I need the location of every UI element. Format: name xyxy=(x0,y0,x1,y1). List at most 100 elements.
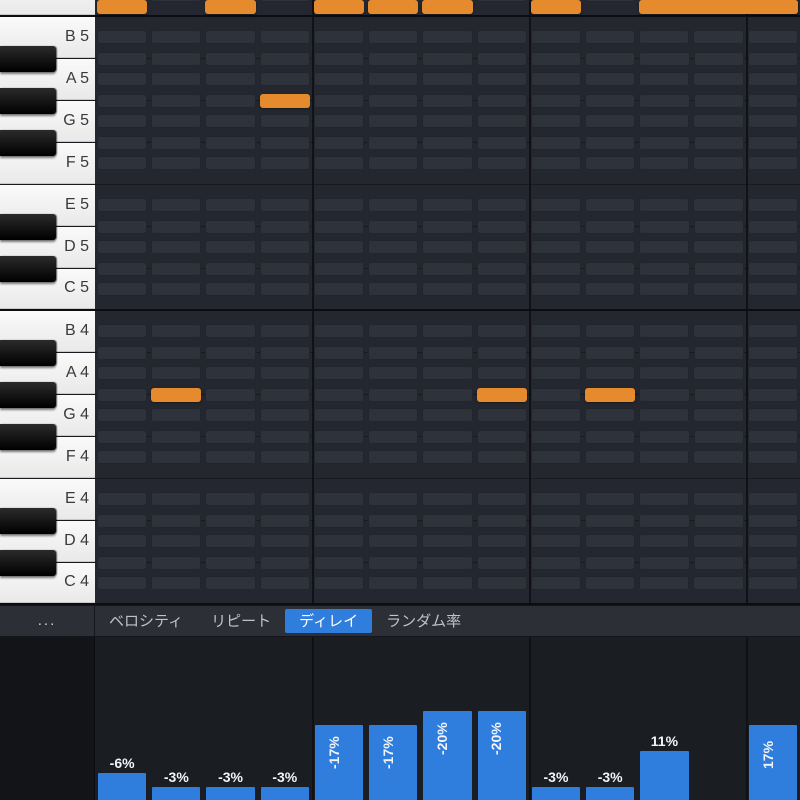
step-cell[interactable] xyxy=(748,262,798,276)
step-cell[interactable] xyxy=(151,556,201,570)
step-cell[interactable] xyxy=(585,430,635,444)
step-cell[interactable] xyxy=(694,388,744,402)
step-cell[interactable] xyxy=(422,514,472,528)
black-key[interactable] xyxy=(0,508,56,534)
step-cell[interactable] xyxy=(531,262,581,276)
more-button[interactable]: ... xyxy=(0,606,95,636)
note[interactable] xyxy=(151,388,201,402)
delay-bar[interactable] xyxy=(640,751,688,800)
step-cell[interactable] xyxy=(422,556,472,570)
delay-step[interactable]: -3% xyxy=(203,637,257,800)
delay-parameter-lane[interactable]: -6%-3%-3%-3%-17%-17%-20%-20%-3%-3%11%17% xyxy=(0,637,800,800)
step-cell[interactable] xyxy=(205,556,255,570)
step-cell[interactable] xyxy=(585,220,635,234)
step-cell[interactable] xyxy=(368,514,418,528)
step-cell[interactable] xyxy=(531,136,581,150)
step-cell[interactable] xyxy=(260,220,310,234)
step-cell[interactable] xyxy=(205,52,255,66)
step-cell[interactable] xyxy=(97,94,147,108)
step-cell[interactable] xyxy=(151,430,201,444)
step-cell[interactable] xyxy=(585,514,635,528)
delay-step[interactable]: -17% xyxy=(366,637,420,800)
step-cell[interactable] xyxy=(314,262,364,276)
step-cell[interactable] xyxy=(422,52,472,66)
step-cell[interactable] xyxy=(368,52,418,66)
step-cell[interactable] xyxy=(205,514,255,528)
step-cell[interactable] xyxy=(422,94,472,108)
tab-velocity[interactable]: ベロシティ xyxy=(95,606,197,636)
step-cell[interactable] xyxy=(151,514,201,528)
step-cell[interactable] xyxy=(260,346,310,360)
step-cell[interactable] xyxy=(260,262,310,276)
piano-roll-grid[interactable]: C 6B 5A 5G 5F 5E 5D 5C 5B 4A 4G 4F 4E 4D… xyxy=(0,0,800,605)
delay-step[interactable]: 17% xyxy=(746,637,800,800)
step-cell[interactable] xyxy=(151,220,201,234)
step-cell[interactable] xyxy=(531,346,581,360)
step-cell[interactable] xyxy=(639,346,689,360)
step-cell[interactable] xyxy=(205,262,255,276)
delay-bar[interactable] xyxy=(261,787,309,800)
note[interactable] xyxy=(368,0,418,14)
tab-delay[interactable]: ディレイ xyxy=(285,609,372,633)
step-cell[interactable] xyxy=(368,136,418,150)
step-cell[interactable] xyxy=(260,136,310,150)
step-cell[interactable] xyxy=(694,94,744,108)
step-cell[interactable] xyxy=(97,52,147,66)
step-cell[interactable] xyxy=(694,346,744,360)
step-cell[interactable] xyxy=(748,388,798,402)
black-key[interactable] xyxy=(0,382,56,408)
step-cell[interactable] xyxy=(151,94,201,108)
delay-step[interactable] xyxy=(692,637,746,800)
step-cell[interactable] xyxy=(531,52,581,66)
step-cell[interactable] xyxy=(314,346,364,360)
delay-step[interactable]: -3% xyxy=(583,637,637,800)
step-cell[interactable] xyxy=(748,430,798,444)
step-cell[interactable] xyxy=(368,430,418,444)
step-cell[interactable] xyxy=(477,136,527,150)
delay-step[interactable]: -6% xyxy=(95,637,149,800)
step-cell[interactable] xyxy=(422,388,472,402)
step-cell[interactable] xyxy=(748,556,798,570)
step-cell[interactable] xyxy=(639,220,689,234)
step-cell[interactable] xyxy=(260,52,310,66)
step-cell[interactable] xyxy=(205,136,255,150)
step-cell[interactable] xyxy=(368,388,418,402)
step-cell[interactable] xyxy=(314,556,364,570)
step-cell[interactable] xyxy=(639,136,689,150)
step-cell[interactable] xyxy=(97,514,147,528)
note[interactable] xyxy=(205,0,255,14)
delay-bar[interactable] xyxy=(586,787,634,800)
step-cell[interactable] xyxy=(477,514,527,528)
step-cell[interactable] xyxy=(531,94,581,108)
note[interactable] xyxy=(260,94,310,108)
step-cell[interactable] xyxy=(422,262,472,276)
step-cell[interactable] xyxy=(314,388,364,402)
step-cell[interactable] xyxy=(748,514,798,528)
step-cell[interactable] xyxy=(639,430,689,444)
step-cell[interactable] xyxy=(585,52,635,66)
tab-random[interactable]: ランダム率 xyxy=(372,606,475,636)
black-key[interactable] xyxy=(0,340,56,366)
step-cell[interactable] xyxy=(531,388,581,402)
piano-keyboard[interactable] xyxy=(0,0,95,605)
step-cell[interactable] xyxy=(205,430,255,444)
step-cell[interactable] xyxy=(205,94,255,108)
step-cell[interactable] xyxy=(477,220,527,234)
step-cell[interactable] xyxy=(531,514,581,528)
step-cell[interactable] xyxy=(314,136,364,150)
delay-step[interactable]: -20% xyxy=(420,637,474,800)
step-cell[interactable] xyxy=(422,346,472,360)
step-cell[interactable] xyxy=(151,52,201,66)
step-cell[interactable] xyxy=(694,430,744,444)
step-cell[interactable] xyxy=(531,220,581,234)
step-cell[interactable] xyxy=(151,262,201,276)
step-cell[interactable] xyxy=(368,556,418,570)
delay-bar[interactable] xyxy=(98,773,146,800)
note[interactable] xyxy=(531,0,581,14)
step-cell[interactable] xyxy=(258,0,312,15)
step-cell[interactable] xyxy=(368,94,418,108)
note[interactable] xyxy=(97,0,147,14)
step-cell[interactable] xyxy=(694,136,744,150)
step-cell[interactable] xyxy=(260,514,310,528)
black-key[interactable] xyxy=(0,88,56,114)
